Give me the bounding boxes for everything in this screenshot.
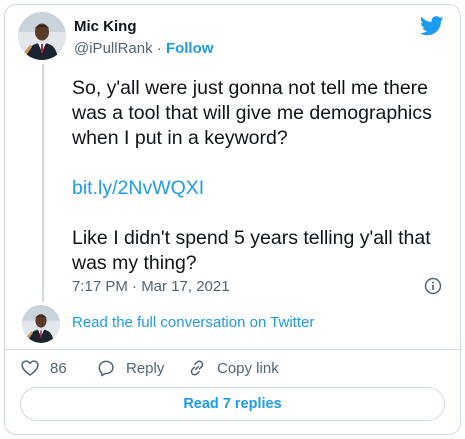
- tweet-paragraph-1: So, y'all were just gonna not tell me th…: [72, 77, 432, 149]
- tweet-link[interactable]: bit.ly/2NvWQXI: [72, 177, 204, 199]
- avatar-photo: [18, 12, 66, 60]
- reply-label: Reply: [126, 359, 165, 377]
- read-full-conversation-link[interactable]: Read the full conversation on Twitter: [72, 314, 314, 331]
- avatar-photo: [22, 305, 60, 343]
- copy-link-button[interactable]: Copy link: [187, 358, 279, 378]
- conversation-avatar[interactable]: [22, 305, 60, 343]
- copy-link-label: Copy link: [217, 359, 279, 377]
- reply-button[interactable]: Reply: [96, 358, 164, 378]
- like-count: 86: [50, 359, 67, 377]
- author-name[interactable]: Mic King: [74, 18, 137, 35]
- read-replies-button[interactable]: Read 7 replies: [20, 387, 445, 421]
- tweet-text: So, y'all were just gonna not tell me th…: [72, 76, 444, 276]
- tweet-timestamp[interactable]: 7:17 PM · Mar 17, 2021: [72, 278, 230, 295]
- thread-line: [42, 64, 44, 302]
- link-icon: [190, 360, 204, 376]
- handle-separator: ·: [152, 40, 166, 57]
- heart-icon: [21, 360, 39, 376]
- author-handle[interactable]: @iPullRank: [74, 40, 153, 57]
- like-button[interactable]: 86: [20, 358, 67, 378]
- tweet-paragraph-2: Like I didn't spend 5 years telling y'al…: [72, 227, 431, 274]
- author-handle-row: @iPullRank · Follow: [74, 40, 213, 57]
- twitter-bird-icon[interactable]: [420, 16, 444, 36]
- author-avatar[interactable]: [18, 12, 66, 60]
- speech-bubble-icon: [98, 360, 114, 377]
- info-icon[interactable]: [424, 277, 442, 295]
- divider: [4, 349, 461, 350]
- follow-button[interactable]: Follow: [166, 40, 214, 57]
